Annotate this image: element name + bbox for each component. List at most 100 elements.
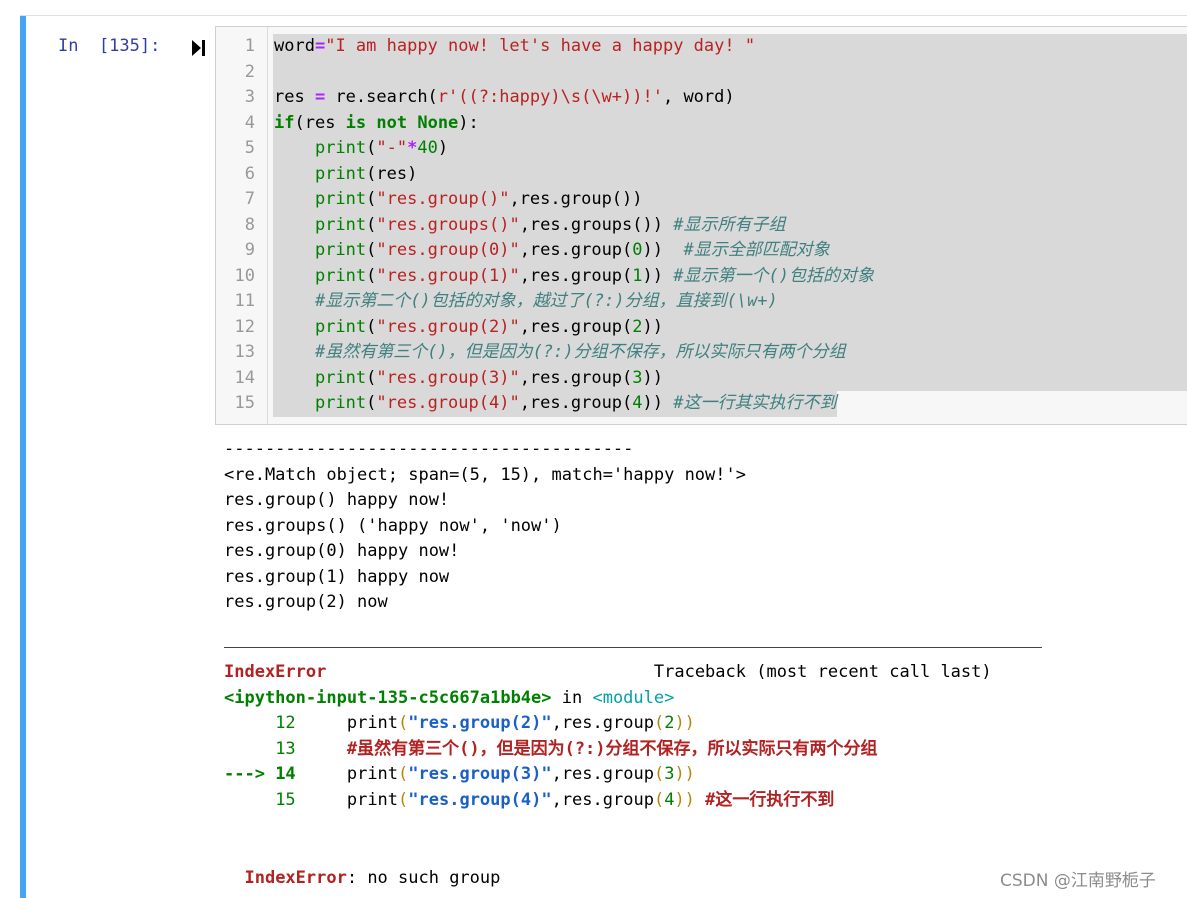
traceback-token: IndexError (224, 662, 327, 682)
error-name: IndexError (244, 867, 347, 888)
code-token: 3 (632, 367, 643, 388)
code-token: print (314, 367, 367, 388)
run-cell-icon[interactable] (191, 38, 207, 58)
line-number: 3 (244, 87, 255, 107)
traceback-token: <module> (592, 687, 675, 708)
code-line: res = re.search(r'((?:happy)\s(\w+))!', … (274, 85, 735, 111)
traceback-token: <ipython-input-135-c5c667a1bb4e> (224, 687, 552, 708)
traceback-token: 3 (664, 764, 675, 784)
code-token: ( (366, 138, 377, 158)
traceback-token: ( (398, 789, 409, 810)
traceback-divider (224, 647, 1042, 648)
code-line: print(res) (274, 162, 417, 188)
traceback-token: 2 (664, 713, 675, 733)
code-token: ) (437, 138, 449, 158)
code-token: ( (366, 265, 377, 286)
code-token: 40 (417, 138, 438, 158)
line-number: 10 (234, 265, 255, 286)
code-editor[interactable]: 1 2 3 4 5 6 7 8 9 10 11 12 13 14 15 word="I am happy n… (215, 26, 1187, 425)
stdout-line: res.group(1) happy now (224, 566, 450, 587)
code-line: print("res.group(4)",res.group(4)) #这一行其… (274, 391, 837, 417)
code-token: 2 (632, 316, 643, 337)
traceback-line: ---> 14 print("res.group(3)",res.group(3… (224, 762, 695, 788)
code-token: "res.group(2)" (376, 316, 520, 337)
traceback-token: ---> (224, 764, 276, 784)
code-line: if(res is not None): (274, 111, 479, 137)
traceback-token: "res.group(3)" (408, 764, 552, 784)
stdout-line: res.group(2) now (224, 592, 388, 612)
line-number: 13 (234, 342, 255, 362)
code-token: * (407, 138, 418, 158)
code-token: res (274, 87, 315, 107)
code-line: #虽然有第三个()，但是因为(?:)分组不保存，所以实际只有两个分组 (274, 340, 846, 366)
code-line: print("res.groups()",res.groups()) #显示所有… (274, 213, 786, 239)
code-token: print (314, 265, 367, 286)
code-token: )) (642, 367, 664, 388)
code-token: ,res.group( (519, 240, 633, 260)
line-number: 14 (234, 367, 255, 388)
line-number: 15 (234, 393, 255, 413)
code-token: "res.group(4)" (376, 393, 520, 413)
code-token: (res) (366, 163, 418, 184)
code-token: "I am happy now! let's have a happy day!… (325, 36, 756, 56)
code-line: word="I am happy now! let's have a happy… (274, 34, 755, 60)
code-token: print (314, 214, 367, 235)
traceback-line: <ipython-input-135-c5c667a1bb4e> in <mod… (224, 686, 674, 712)
code-token: ( (366, 189, 377, 209)
traceback-token: "res.group(4)" (408, 789, 552, 810)
code-token: word (274, 36, 315, 56)
line-number: 2 (244, 61, 255, 82)
traceback-token: )) (674, 713, 695, 733)
selected-cell-indicator (20, 16, 26, 898)
traceback-token: ( (398, 764, 409, 784)
traceback-line: IndexError Traceback (most recent call l… (224, 660, 992, 686)
watermark: CSDN @江南野栀子 (1000, 871, 1156, 891)
code-token: #这一行其实执行不到 (673, 393, 837, 413)
code-line: #显示第二个()包括的对象，越过了(?:)分组，直接到(\w+) (274, 289, 778, 315)
traceback-token (224, 713, 275, 733)
code-token: #显示第一个()包括的对象 (673, 265, 874, 286)
code-token: ,res.group( (519, 367, 633, 388)
code-token: ( (366, 316, 377, 337)
code-line: print("res.group(0)",res.group(0)) #显示全部… (274, 238, 830, 264)
code-token: print (314, 316, 367, 337)
traceback-token: Traceback (most recent call last) (326, 662, 992, 682)
stdout-line: <re.Match object; span=(5, 15), match='h… (224, 464, 746, 485)
code-token: ( (366, 214, 377, 235)
traceback-token: ( (653, 789, 665, 810)
code-line: print("res.group(2)",res.group(2)) (274, 315, 663, 341)
code-token: )) (642, 316, 664, 337)
error-summary: IndexError: no such group (224, 840, 500, 888)
code-token: "res.groups()" (376, 214, 520, 235)
code-token: 4 (632, 393, 643, 413)
code-token: #显示第二个()包括的对象，越过了(?:)分组，直接到(\w+) (314, 291, 778, 311)
traceback-token: )) (674, 789, 706, 810)
line-number: 12 (234, 316, 255, 337)
line-number-gutter: 1 2 3 4 5 6 7 8 9 10 11 12 13 14 15 (216, 27, 268, 424)
code-token: print (314, 163, 367, 184)
input-prompt: In [135]: (58, 36, 161, 56)
code-token: is not (345, 112, 408, 133)
code-token: if (274, 112, 295, 133)
code-token: ,res.group( (519, 316, 633, 337)
traceback-token: #虽然有第三个()，但是因为(?:)分组不保存，所以实际只有两个分组 (346, 738, 878, 759)
traceback-token: in (551, 687, 593, 708)
code-token: ,res.group()) (509, 189, 643, 209)
traceback-token: "res.group(2)" (408, 713, 552, 733)
code-token: None (417, 112, 459, 133)
code-token: (res (294, 112, 346, 133)
traceback-token (224, 790, 275, 810)
code-token: print (314, 240, 367, 260)
line-number: 5 (244, 138, 255, 158)
traceback-token: 12 (275, 713, 296, 733)
traceback-token: print (295, 713, 399, 733)
